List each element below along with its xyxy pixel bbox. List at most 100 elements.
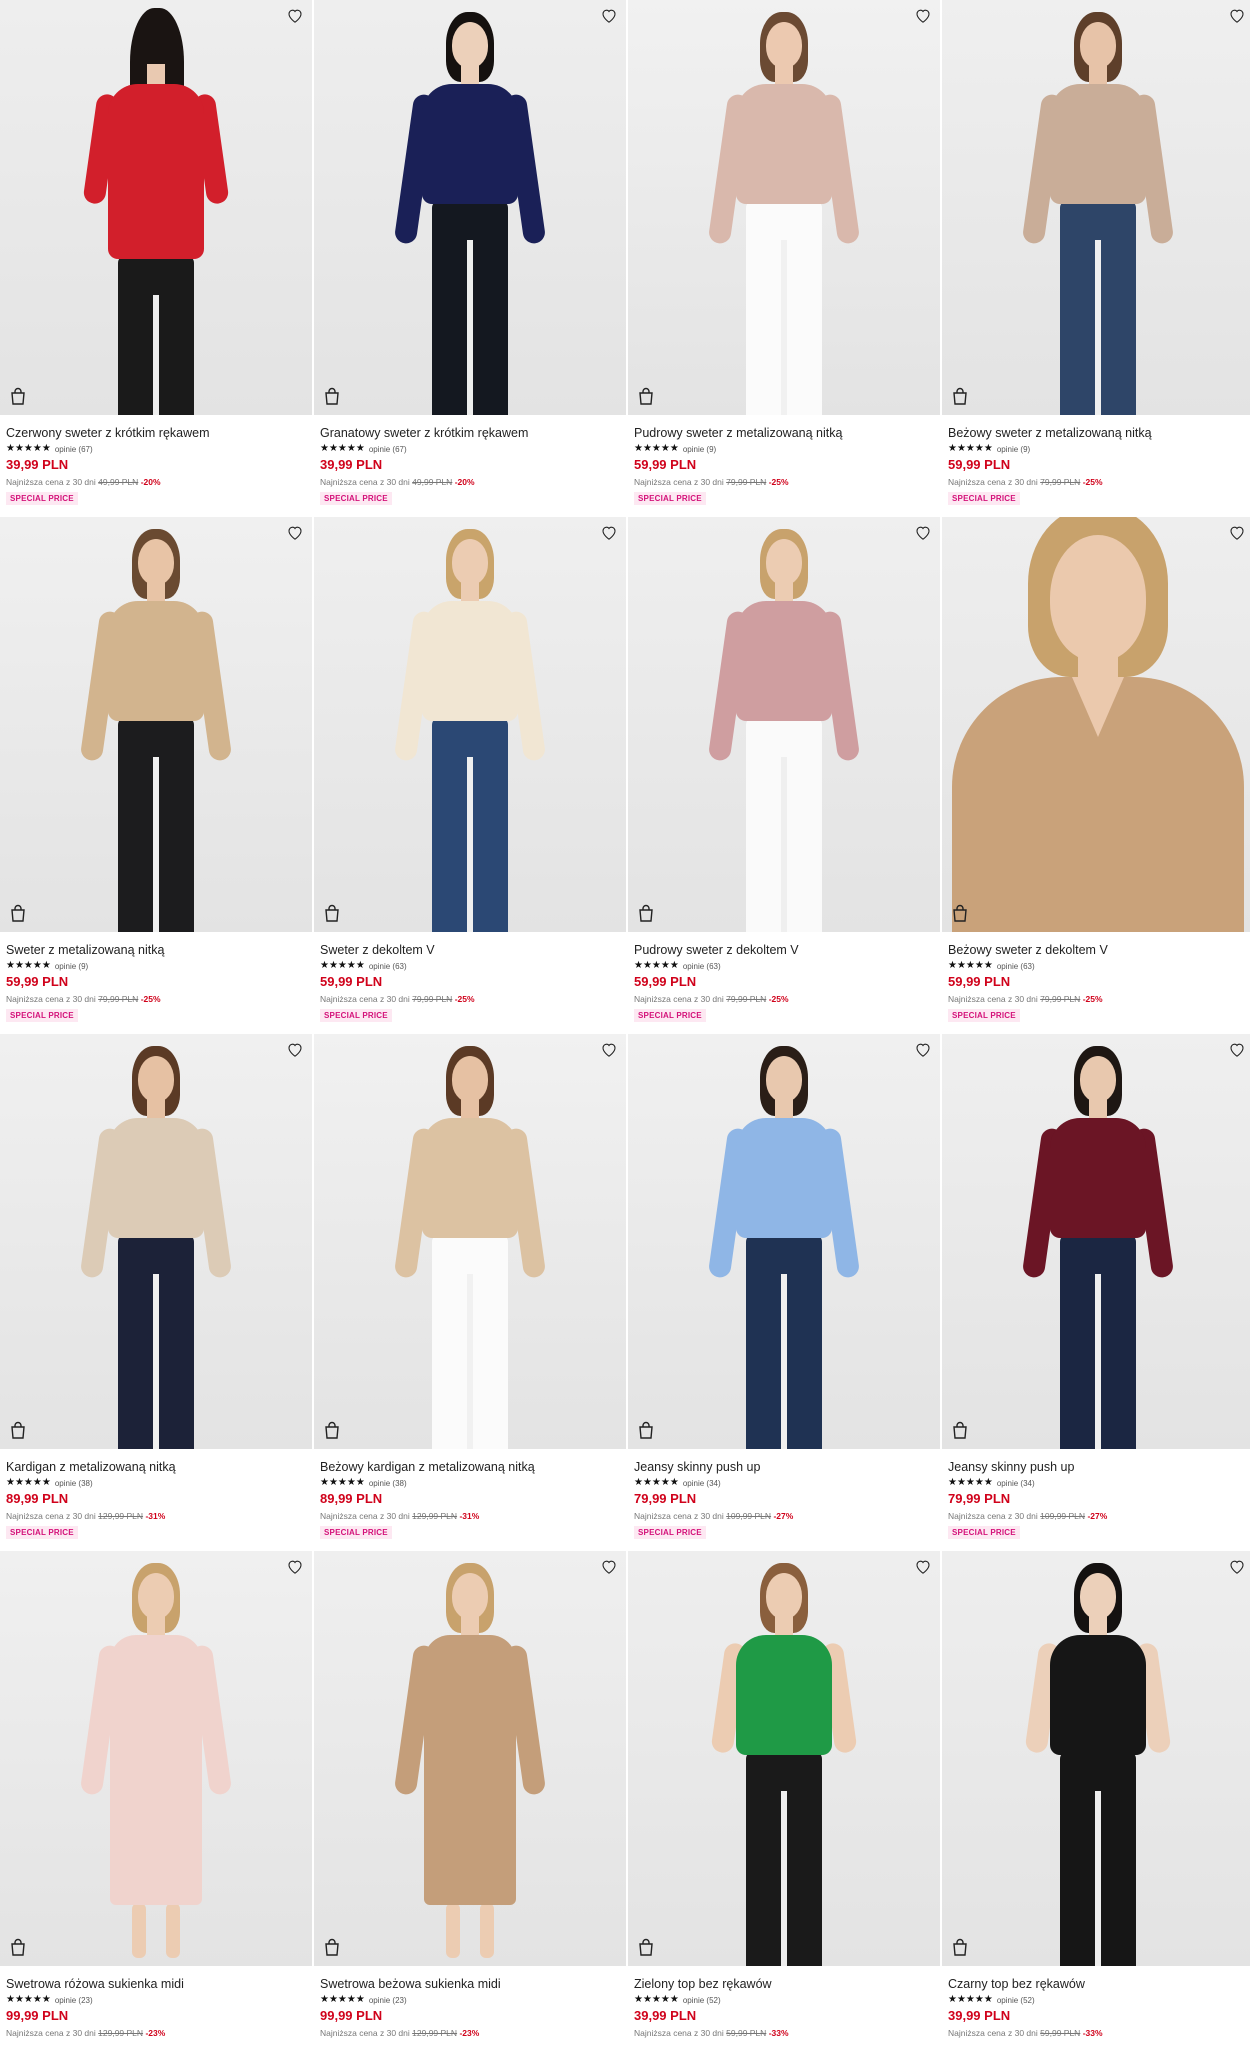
wishlist-heart-icon[interactable] — [912, 4, 934, 26]
product-info: Jeansy skinny push up ★★★★★ opinie (34) … — [942, 1449, 1250, 1540]
add-to-cart-bag-icon[interactable] — [10, 1938, 30, 1958]
product-image[interactable] — [0, 1551, 312, 1966]
wishlist-heart-icon[interactable] — [1226, 1038, 1248, 1060]
wishlist-heart-icon[interactable] — [598, 1038, 620, 1060]
add-to-cart-bag-icon[interactable] — [10, 904, 30, 924]
star-rating-icon: ★★★★★ — [6, 1477, 51, 1488]
product-card[interactable]: Jeansy skinny push up ★★★★★ opinie (34) … — [628, 1034, 940, 1551]
product-title[interactable]: Swetrowa różowa sukienka midi — [6, 1976, 306, 1992]
discount-badge: -25% — [768, 477, 789, 487]
product-title[interactable]: Sweter z dekoltem V — [320, 942, 620, 958]
add-to-cart-bag-icon[interactable] — [10, 387, 30, 407]
product-card[interactable]: Swetrowa różowa sukienka midi ★★★★★ opin… — [0, 1551, 312, 2045]
review-count: opinie (63) — [682, 961, 721, 971]
discount-badge: -25% — [140, 994, 161, 1004]
wishlist-heart-icon[interactable] — [284, 1555, 306, 1577]
product-card[interactable]: Beżowy sweter z metalizowaną nitką ★★★★★… — [942, 0, 1250, 517]
product-info: Czarny top bez rękawów ★★★★★ opinie (52)… — [942, 1966, 1250, 2039]
product-title[interactable]: Pudrowy sweter z metalizowaną nitką — [634, 425, 934, 441]
product-card[interactable]: Sweter z metalizowaną nitką ★★★★★ opinie… — [0, 517, 312, 1034]
wishlist-heart-icon[interactable] — [598, 1555, 620, 1577]
product-info: Beżowy kardigan z metalizowaną nitką ★★★… — [314, 1449, 626, 1540]
product-image[interactable] — [314, 1551, 626, 1966]
product-card[interactable]: Beżowy kardigan z metalizowaną nitką ★★★… — [314, 1034, 626, 1551]
product-image[interactable] — [942, 1551, 1250, 1966]
product-card[interactable]: Granatowy sweter z krótkim rękawem ★★★★★… — [314, 0, 626, 517]
add-to-cart-bag-icon[interactable] — [324, 904, 344, 924]
wishlist-heart-icon[interactable] — [912, 1038, 934, 1060]
add-to-cart-bag-icon[interactable] — [638, 387, 658, 407]
wishlist-heart-icon[interactable] — [598, 4, 620, 26]
add-to-cart-bag-icon[interactable] — [324, 1938, 344, 1958]
product-card[interactable]: Swetrowa beżowa sukienka midi ★★★★★ opin… — [314, 1551, 626, 2045]
product-title[interactable]: Pudrowy sweter z dekoltem V — [634, 942, 934, 958]
add-to-cart-bag-icon[interactable] — [952, 1421, 972, 1441]
product-card[interactable]: Czarny top bez rękawów ★★★★★ opinie (52)… — [942, 1551, 1250, 2045]
add-to-cart-bag-icon[interactable] — [952, 1938, 972, 1958]
product-title[interactable]: Kardigan z metalizowaną nitką — [6, 1459, 306, 1475]
product-image[interactable] — [942, 0, 1250, 415]
product-card[interactable]: Czerwony sweter z krótkim rękawem ★★★★★ … — [0, 0, 312, 517]
product-image[interactable] — [314, 1034, 626, 1449]
product-image[interactable] — [628, 1551, 940, 1966]
wishlist-heart-icon[interactable] — [912, 521, 934, 543]
product-card[interactable]: Pudrowy sweter z dekoltem V ★★★★★ opinie… — [628, 517, 940, 1034]
rating: ★★★★★ opinie (52) — [634, 1994, 934, 2006]
rating: ★★★★★ opinie (23) — [320, 1994, 620, 2006]
product-title[interactable]: Sweter z metalizowaną nitką — [6, 942, 306, 958]
review-count: opinie (67) — [54, 444, 93, 454]
product-title[interactable]: Jeansy skinny push up — [634, 1459, 934, 1475]
product-image[interactable] — [628, 0, 940, 415]
wishlist-heart-icon[interactable] — [284, 1038, 306, 1060]
product-image[interactable] — [0, 1034, 312, 1449]
special-price-badge: SPECIAL PRICE — [6, 1526, 78, 1539]
add-to-cart-bag-icon[interactable] — [638, 1421, 658, 1441]
old-price: 129,99 PLN — [412, 2028, 458, 2038]
product-title[interactable]: Czerwony sweter z krótkim rękawem — [6, 425, 306, 441]
product-image[interactable] — [942, 517, 1250, 932]
product-card[interactable]: Beżowy sweter z dekoltem V ★★★★★ opinie … — [942, 517, 1250, 1034]
add-to-cart-bag-icon[interactable] — [638, 904, 658, 924]
product-card[interactable]: Pudrowy sweter z metalizowaną nitką ★★★★… — [628, 0, 940, 517]
product-title[interactable]: Beżowy kardigan z metalizowaną nitką — [320, 1459, 620, 1475]
product-card[interactable]: Kardigan z metalizowaną nitką ★★★★★ opin… — [0, 1034, 312, 1551]
wishlist-heart-icon[interactable] — [284, 521, 306, 543]
wishlist-heart-icon[interactable] — [1226, 1555, 1248, 1577]
product-title[interactable]: Beżowy sweter z metalizowaną nitką — [948, 425, 1248, 441]
wishlist-heart-icon[interactable] — [912, 1555, 934, 1577]
product-title[interactable]: Swetrowa beżowa sukienka midi — [320, 1976, 620, 1992]
add-to-cart-bag-icon[interactable] — [952, 387, 972, 407]
wishlist-heart-icon[interactable] — [598, 521, 620, 543]
product-title[interactable]: Jeansy skinny push up — [948, 1459, 1248, 1475]
product-title[interactable]: Granatowy sweter z krótkim rękawem — [320, 425, 620, 441]
product-image[interactable] — [0, 517, 312, 932]
product-title[interactable]: Beżowy sweter z dekoltem V — [948, 942, 1248, 958]
product-title[interactable]: Zielony top bez rękawów — [634, 1976, 934, 1992]
product-card[interactable]: Zielony top bez rękawów ★★★★★ opinie (52… — [628, 1551, 940, 2045]
discount-badge: -33% — [768, 2028, 789, 2038]
product-image[interactable] — [314, 517, 626, 932]
add-to-cart-bag-icon[interactable] — [952, 904, 972, 924]
review-count: opinie (67) — [368, 444, 407, 454]
wishlist-heart-icon[interactable] — [1226, 521, 1248, 543]
product-image[interactable] — [942, 1034, 1250, 1449]
product-image[interactable] — [628, 1034, 940, 1449]
special-price-badge: SPECIAL PRICE — [320, 492, 392, 505]
product-card[interactable]: Sweter z dekoltem V ★★★★★ opinie (63) 59… — [314, 517, 626, 1034]
product-image[interactable] — [628, 517, 940, 932]
add-to-cart-bag-icon[interactable] — [638, 1938, 658, 1958]
product-card[interactable]: Jeansy skinny push up ★★★★★ opinie (34) … — [942, 1034, 1250, 1551]
discount-badge: -23% — [459, 2028, 480, 2038]
wishlist-heart-icon[interactable] — [1226, 4, 1248, 26]
star-rating-icon: ★★★★★ — [948, 960, 993, 971]
wishlist-heart-icon[interactable] — [284, 4, 306, 26]
product-title[interactable]: Czarny top bez rękawów — [948, 1976, 1248, 1992]
add-to-cart-bag-icon[interactable] — [10, 1421, 30, 1441]
product-price: 59,99 PLN — [948, 974, 1011, 989]
discount-badge: -23% — [145, 2028, 166, 2038]
product-image[interactable] — [0, 0, 312, 415]
add-to-cart-bag-icon[interactable] — [324, 387, 344, 407]
discount-badge: -25% — [768, 994, 789, 1004]
product-image[interactable] — [314, 0, 626, 415]
add-to-cart-bag-icon[interactable] — [324, 1421, 344, 1441]
